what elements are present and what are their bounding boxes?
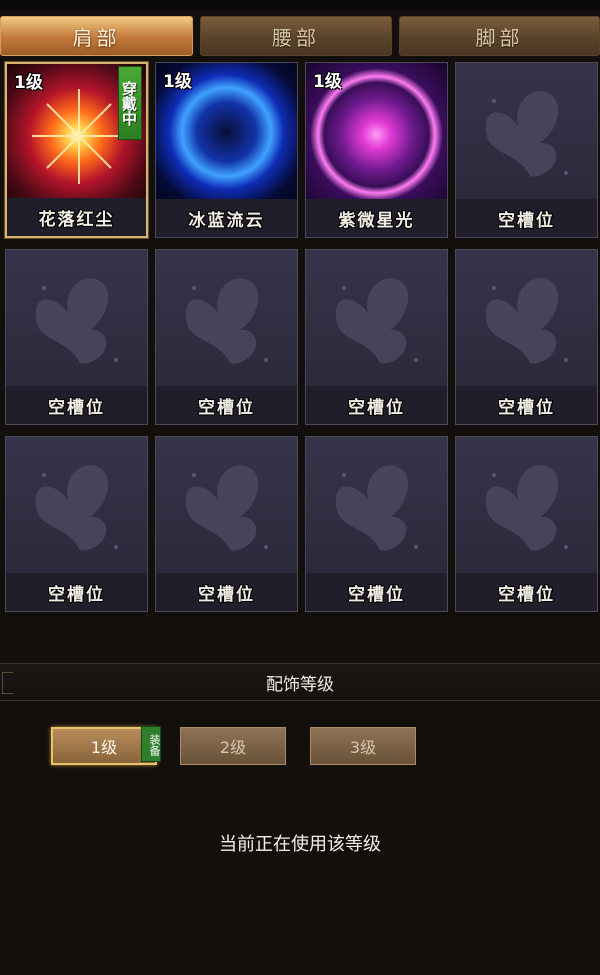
butterfly-icon xyxy=(485,278,568,364)
butterfly-icon xyxy=(185,465,268,551)
tab-waist[interactable]: 腰部 xyxy=(200,16,392,56)
level-label: 1级 xyxy=(14,73,43,93)
butterfly-icon xyxy=(485,91,568,177)
butterfly-icon xyxy=(185,278,268,364)
wearing-badge: 穿戴中 xyxy=(118,66,142,140)
accessory-slot-9[interactable]: 空槽位 xyxy=(5,436,148,612)
accessory-slot-5[interactable]: 空槽位 xyxy=(5,249,148,425)
accessory-slot-2[interactable]: 1级 冰蓝流云 xyxy=(155,62,298,238)
status-text: 当前正在使用该等级 xyxy=(219,834,381,855)
slot-name: 冰蓝流云 xyxy=(156,199,297,237)
accessory-slot-7[interactable]: 空槽位 xyxy=(305,249,448,425)
category-tabs: 肩部 腰部 脚部 xyxy=(0,16,600,56)
accessory-slot-8[interactable]: 空槽位 xyxy=(455,249,598,425)
tab-feet[interactable]: 脚部 xyxy=(399,16,600,56)
slot-name: 空槽位 xyxy=(6,386,147,424)
butterfly-icon xyxy=(485,465,568,551)
level-1-button[interactable]: 1级 装备 xyxy=(51,726,161,765)
accessory-slot-3[interactable]: 1级 紫微星光 xyxy=(305,62,448,238)
butterfly-icon xyxy=(335,278,418,364)
accessory-slot-12[interactable]: 空槽位 xyxy=(455,436,598,612)
butterfly-icon xyxy=(35,465,118,551)
slot-name: 空槽位 xyxy=(156,386,297,424)
top-border xyxy=(0,0,600,10)
section-header: 配饰等级 xyxy=(0,663,600,701)
butterfly-icon xyxy=(335,465,418,551)
slot-name: 空槽位 xyxy=(456,573,597,611)
accessory-slot-11[interactable]: 空槽位 xyxy=(305,436,448,612)
level-button-label: 2级 xyxy=(219,738,247,757)
level-button-label: 3级 xyxy=(349,738,377,757)
level-3-button[interactable]: 3级 xyxy=(310,727,416,765)
tab-shoulder[interactable]: 肩部 xyxy=(0,16,193,56)
slot-name: 空槽位 xyxy=(456,199,597,237)
section-title: 配饰等级 xyxy=(266,674,334,695)
level-label: 1级 xyxy=(163,72,192,92)
accessory-slot-6[interactable]: 空槽位 xyxy=(155,249,298,425)
equipped-tag: 装备 xyxy=(141,726,161,762)
slot-name: 空槽位 xyxy=(306,386,447,424)
level-2-button[interactable]: 2级 xyxy=(180,727,286,765)
accessory-slot-1[interactable]: 1级 穿戴中 花落红尘 xyxy=(5,62,148,238)
slot-name: 空槽位 xyxy=(306,573,447,611)
butterfly-icon xyxy=(35,278,118,364)
slot-name: 空槽位 xyxy=(156,573,297,611)
level-button-label: 1级 xyxy=(90,738,118,757)
slot-name: 花落红尘 xyxy=(7,198,146,236)
slot-name: 空槽位 xyxy=(456,386,597,424)
slot-name: 紫微星光 xyxy=(306,199,447,237)
accessory-slot-10[interactable]: 空槽位 xyxy=(155,436,298,612)
slot-name: 空槽位 xyxy=(6,573,147,611)
accessory-slot-4[interactable]: 空槽位 xyxy=(455,62,598,238)
level-label: 1级 xyxy=(313,72,342,92)
